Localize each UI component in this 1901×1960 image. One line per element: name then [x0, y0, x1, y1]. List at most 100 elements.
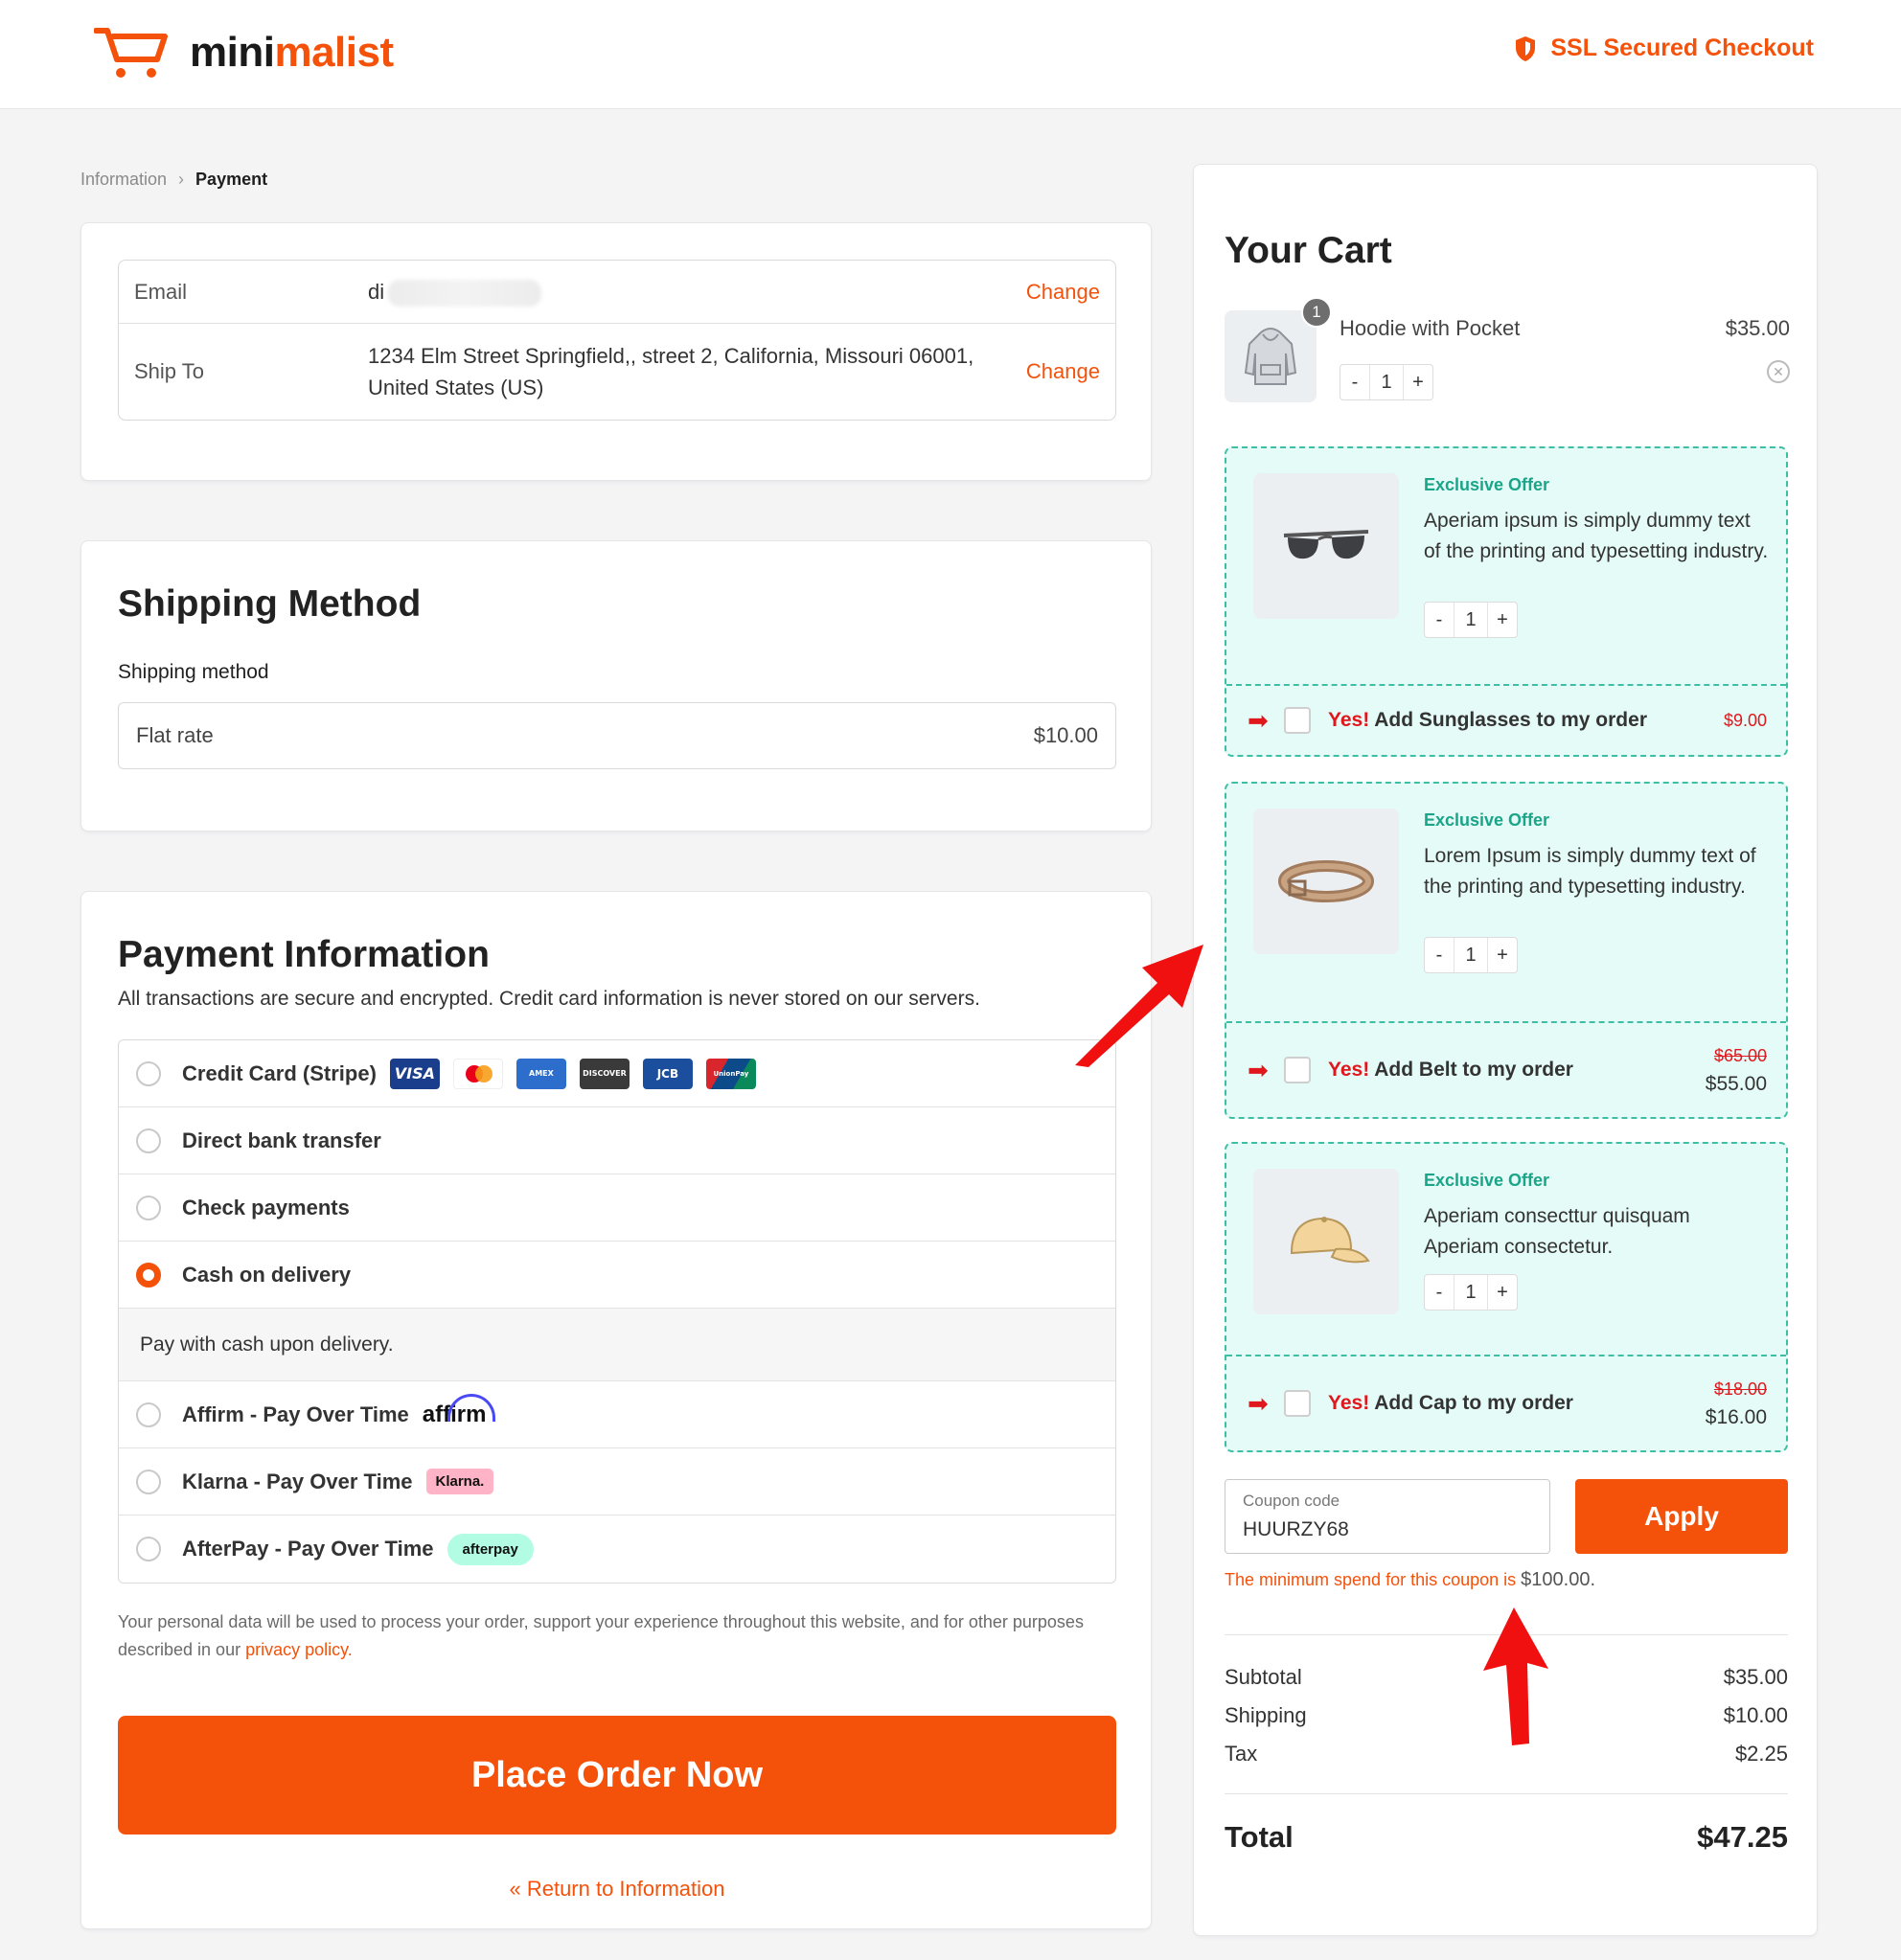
decrement-button[interactable]: - — [1425, 1275, 1454, 1310]
offer-tag: Exclusive Offer — [1424, 810, 1550, 830]
offer-description: Aperiam consecttur quisquam Aperiam cons… — [1424, 1205, 1690, 1258]
hoodie-icon — [1244, 328, 1297, 385]
payment-option-affirm[interactable]: Affirm - Pay Over Time affirm — [119, 1381, 1115, 1448]
offer-price-value: $16.00 — [1705, 1406, 1767, 1428]
change-email-link[interactable]: Change — [1026, 280, 1100, 305]
quantity-value[interactable]: 1 — [1454, 1275, 1488, 1310]
email-row: Email di Change — [119, 261, 1115, 324]
offer-sunglasses: Exclusive Offer Aperiam ipsum is simply … — [1225, 446, 1788, 757]
top-bar: minimalist SSL Secured Checkout — [0, 0, 1901, 109]
cart-logo-icon — [94, 28, 168, 78]
shield-icon — [1516, 35, 1536, 61]
offer-cap: Exclusive Offer Aperiam consecttur quisq… — [1225, 1142, 1788, 1452]
sunglasses-image — [1253, 473, 1399, 619]
offer-cta-text: Add Belt to my order — [1369, 1059, 1573, 1081]
tax-row: Tax $2.25 — [1225, 1742, 1788, 1766]
cap-icon — [1290, 1217, 1370, 1264]
payment-option-cod[interactable]: Cash on delivery — [119, 1242, 1115, 1309]
cart-item-name: Hoodie with Pocket — [1340, 316, 1521, 340]
offer-footer: ➡ Yes! Add Cap to my order $18.00 $16.00 — [1226, 1355, 1786, 1450]
decrement-button[interactable]: - — [1340, 365, 1369, 399]
payment-option-stripe[interactable]: Credit Card (Stripe) VISA AMEX DISCOVER … — [119, 1040, 1115, 1107]
payment-option-label: AfterPay - Pay Over Time — [182, 1537, 434, 1561]
payment-option-label: Klarna - Pay Over Time — [182, 1469, 413, 1493]
radio-check[interactable] — [136, 1195, 161, 1220]
offer-quantity-stepper: - 1 + — [1424, 937, 1518, 973]
shipping-method-price: $10.00 — [1033, 723, 1098, 747]
offer-cta[interactable]: Yes! Add Sunglasses to my order — [1328, 709, 1647, 732]
radio-stripe[interactable] — [136, 1060, 161, 1086]
payment-option-check[interactable]: Check payments — [119, 1174, 1115, 1242]
breadcrumb-payment: Payment — [195, 170, 268, 189]
remove-item-icon[interactable]: ✕ — [1767, 360, 1790, 383]
offer-price: $18.00 $16.00 — [1706, 1375, 1767, 1432]
payment-option-label: Check payments — [182, 1195, 350, 1219]
logo-prefix: mini — [190, 29, 275, 76]
ship-to-value: 1234 Elm Street Springfield,, street 2, … — [368, 344, 974, 399]
radio-bank-transfer[interactable] — [136, 1128, 161, 1153]
radio-klarna[interactable] — [136, 1469, 161, 1494]
breadcrumb-information[interactable]: Information — [80, 170, 167, 190]
increment-button[interactable]: + — [1488, 603, 1517, 637]
payment-option-bank-transfer[interactable]: Direct bank transfer — [119, 1107, 1115, 1174]
logo-accent: malist — [274, 29, 394, 76]
subtotal-label: Subtotal — [1225, 1665, 1302, 1689]
logo[interactable]: minimalist — [94, 25, 394, 80]
offer-old-price: $18.00 — [1713, 1379, 1767, 1399]
cart-card: Your Cart 1 Hoodie with Pocket $35.00 - … — [1193, 164, 1818, 1936]
add-belt-checkbox[interactable] — [1284, 1057, 1311, 1083]
coupon-field[interactable]: Coupon code — [1225, 1479, 1550, 1554]
offer-description: Aperiam ipsum is simply dummy text of th… — [1424, 510, 1769, 562]
shipping-method-card: Shipping Method Shipping method Flat rat… — [80, 540, 1152, 832]
quantity-value[interactable]: 1 — [1454, 938, 1488, 972]
tax-value: $2.25 — [1734, 1742, 1788, 1766]
payment-subtitle: All transactions are secure and encrypte… — [118, 988, 980, 1010]
email-label: Email — [134, 279, 188, 304]
payment-option-afterpay[interactable]: AfterPay - Pay Over Time afterpay — [119, 1516, 1115, 1583]
offer-tag: Exclusive Offer — [1424, 1171, 1550, 1190]
add-cap-checkbox[interactable] — [1284, 1390, 1311, 1417]
total-row: Total $47.25 — [1225, 1820, 1788, 1855]
coupon-label: Coupon code — [1243, 1492, 1340, 1510]
belt-image — [1253, 809, 1399, 954]
change-address-link[interactable]: Change — [1026, 359, 1100, 384]
affirm-logo: affirm — [422, 1393, 495, 1427]
decrement-button[interactable]: - — [1425, 938, 1454, 972]
offer-yes: Yes! — [1328, 709, 1370, 731]
shipping-method-option[interactable]: Flat rate $10.00 — [118, 702, 1116, 769]
increment-button[interactable]: + — [1488, 1275, 1517, 1310]
shipping-method-name: Flat rate — [136, 723, 214, 747]
radio-afterpay[interactable] — [136, 1537, 161, 1561]
breadcrumb: Information › Payment — [80, 170, 267, 190]
ssl-label: SSL Secured Checkout — [1550, 34, 1814, 61]
discover-icon: DISCOVER — [579, 1058, 630, 1089]
payment-option-label: Affirm - Pay Over Time — [182, 1402, 409, 1426]
shipping-row: Shipping $10.00 — [1225, 1703, 1788, 1728]
subtotal-value: $35.00 — [1723, 1665, 1788, 1689]
offer-cta-text: Add Sunglasses to my order — [1369, 709, 1647, 731]
apply-coupon-button[interactable]: Apply — [1575, 1479, 1788, 1554]
offer-tag: Exclusive Offer — [1424, 475, 1550, 494]
radio-affirm[interactable] — [136, 1402, 161, 1427]
offer-cta[interactable]: Yes! Add Belt to my order — [1328, 1059, 1573, 1082]
return-to-information-link[interactable]: « Return to Information — [81, 1877, 1153, 1902]
decrement-button[interactable]: - — [1425, 603, 1454, 637]
ssl-badge: SSL Secured Checkout — [1514, 34, 1814, 62]
privacy-policy-link[interactable]: privacy policy — [245, 1640, 348, 1659]
place-order-button[interactable]: Place Order Now — [118, 1716, 1116, 1835]
increment-button[interactable]: + — [1488, 938, 1517, 972]
offer-cta[interactable]: Yes! Add Cap to my order — [1328, 1392, 1573, 1415]
quantity-value[interactable]: 1 — [1454, 603, 1488, 637]
offer-footer: ➡ Yes! Add Belt to my order $65.00 $55.00 — [1226, 1021, 1786, 1117]
quantity-value[interactable]: 1 — [1369, 365, 1404, 399]
offer-price: $65.00 $55.00 — [1706, 1041, 1767, 1099]
radio-cod[interactable] — [136, 1262, 161, 1288]
arrow-right-icon: ➡ — [1248, 1055, 1269, 1084]
coupon-input[interactable] — [1243, 1518, 1530, 1541]
increment-button[interactable]: + — [1404, 365, 1432, 399]
add-sunglasses-checkbox[interactable] — [1284, 707, 1311, 734]
cart-title: Your Cart — [1225, 230, 1392, 271]
payment-option-klarna[interactable]: Klarna - Pay Over Time Klarna. — [119, 1448, 1115, 1516]
offer-price-value: $9.00 — [1723, 711, 1767, 730]
email-value: di — [368, 276, 1000, 308]
